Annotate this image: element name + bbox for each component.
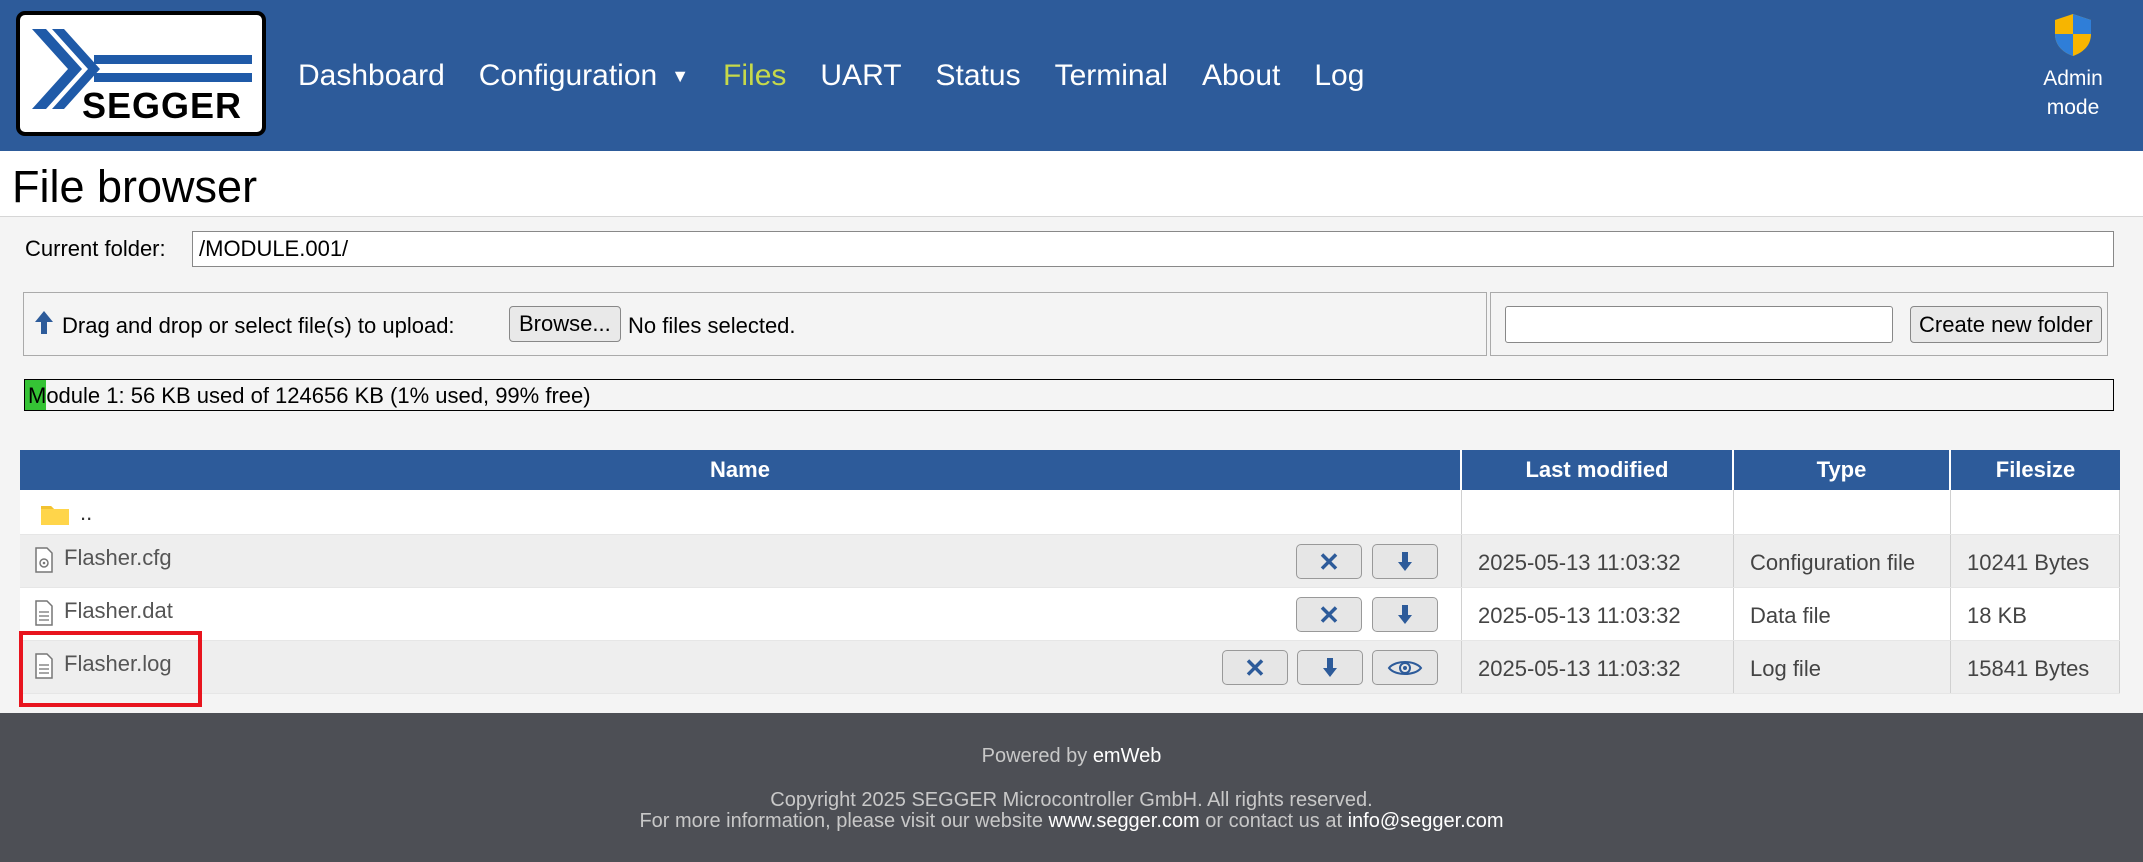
name-cell: Flasher.dat ✕: [20, 588, 1462, 640]
type-cell: Data file: [1734, 588, 1951, 640]
download-button[interactable]: [1372, 544, 1438, 579]
delete-button[interactable]: ✕: [1296, 544, 1362, 579]
current-folder-label: Current folder:: [25, 236, 166, 261]
modified-cell: 2025-05-13 11:03:32: [1462, 535, 1734, 587]
no-files-text: No files selected.: [628, 313, 796, 338]
modified-cell: 2025-05-13 11:03:32: [1462, 588, 1734, 640]
size-cell: 18 KB: [1951, 588, 2120, 640]
table-row[interactable]: Flasher.dat ✕ 2025-05-13 11:03:32 Data f…: [20, 588, 2120, 641]
close-x-icon: ✕: [1318, 546, 1340, 577]
storage-usage-text: Module 1: 56 KB used of 124656 KB (1% us…: [28, 383, 591, 408]
nav-log[interactable]: Log: [1314, 56, 1364, 96]
nav-files[interactable]: Files: [723, 56, 786, 96]
header-filesize[interactable]: Filesize: [1951, 450, 2120, 490]
powered-by-prefix: Powered by: [981, 745, 1088, 767]
nav-configuration[interactable]: Configuration ▼: [479, 56, 689, 96]
admin-mode[interactable]: Admin mode: [2035, 12, 2111, 122]
delete-button[interactable]: ✕: [1296, 597, 1362, 632]
new-folder-area: Create new folder: [1490, 292, 2108, 356]
data-file-icon: [35, 600, 53, 626]
table-header: Name Last modified Type Filesize: [20, 450, 2120, 490]
logo-text: SEGGER: [82, 85, 243, 126]
type-cell: Configuration file: [1734, 535, 1951, 587]
eye-icon: [1387, 660, 1423, 675]
upload-instruction: Drag and drop or select file(s) to uploa…: [62, 313, 455, 338]
name-cell: ..: [20, 490, 1462, 534]
name-cell: Flasher.cfg ✕: [20, 535, 1462, 587]
nav-uart[interactable]: UART: [820, 56, 901, 96]
nav-status[interactable]: Status: [936, 56, 1021, 96]
size-value: 18 KB: [1967, 603, 2027, 628]
view-button[interactable]: [1372, 650, 1438, 685]
nav-dashboard[interactable]: Dashboard: [298, 56, 445, 96]
page-footer: Powered by emWeb Copyright 2025 SEGGER M…: [0, 713, 2143, 862]
name-cell: Flasher.log ✕: [20, 641, 1462, 693]
header-name[interactable]: Name: [20, 450, 1462, 490]
upload-area[interactable]: Drag and drop or select file(s) to uploa…: [23, 292, 1487, 356]
header-type[interactable]: Type: [1734, 450, 1951, 490]
modified-value: 2025-05-13 11:03:32: [1478, 656, 1681, 681]
highlight-box: [19, 631, 202, 707]
file-name[interactable]: Flasher.cfg: [64, 545, 172, 571]
nav-configuration-label: Configuration: [478, 59, 658, 92]
new-folder-name-input[interactable]: [1505, 306, 1893, 343]
nav-terminal[interactable]: Terminal: [1055, 56, 1168, 96]
file-table: Name Last modified Type Filesize .. Flas…: [20, 450, 2120, 694]
close-x-icon: ✕: [1244, 652, 1266, 683]
more-info: For more information, please visit our w…: [0, 810, 2143, 833]
shield-icon: [2055, 14, 2091, 56]
file-name[interactable]: Flasher.dat: [64, 598, 173, 624]
modified-value: 2025-05-13 11:03:32: [1478, 603, 1681, 628]
config-file-icon: [35, 547, 53, 573]
parent-dir-link[interactable]: ..: [80, 500, 92, 526]
download-arrow-icon: [1398, 604, 1412, 624]
delete-button[interactable]: ✕: [1222, 650, 1288, 685]
table-row[interactable]: Flasher.cfg ✕ 2025-05-13 11:03:32 Config…: [20, 535, 2120, 588]
current-folder-field[interactable]: /MODULE.001/: [192, 231, 2114, 267]
table-row-parent[interactable]: ..: [20, 490, 2120, 535]
page-title: File browser: [12, 161, 258, 212]
download-arrow-icon: [1398, 551, 1412, 571]
more-info-middle: or contact us at: [1205, 810, 1343, 832]
type-value: Data file: [1750, 603, 1831, 628]
email-link[interactable]: info@segger.com: [1348, 810, 1504, 832]
more-info-prefix: For more information, please visit our w…: [639, 810, 1043, 832]
main-nav: Dashboard Configuration ▼ Files UART Sta…: [298, 56, 1398, 96]
size-cell: 15841 Bytes: [1951, 641, 2120, 693]
size-value: 10241 Bytes: [1967, 550, 2090, 575]
size-cell: 10241 Bytes: [1951, 535, 2120, 587]
powered-by: Powered by emWeb: [0, 745, 2143, 768]
download-button[interactable]: [1372, 597, 1438, 632]
storage-usage-bar: Module 1: 56 KB used of 124656 KB (1% us…: [24, 379, 2114, 411]
modified-value: 2025-05-13 11:03:32: [1478, 550, 1681, 575]
type-cell: [1734, 490, 1951, 534]
close-x-icon: ✕: [1318, 599, 1340, 630]
caret-down-icon: ▼: [671, 65, 690, 86]
segger-logo[interactable]: SEGGER: [16, 11, 266, 136]
modified-cell: 2025-05-13 11:03:32: [1462, 641, 1734, 693]
header-last-modified[interactable]: Last modified: [1462, 450, 1734, 490]
nav-about[interactable]: About: [1202, 56, 1280, 96]
folder-icon: [41, 506, 69, 525]
download-button[interactable]: [1297, 650, 1363, 685]
type-value: Configuration file: [1750, 550, 1916, 575]
download-arrow-icon: [1323, 657, 1337, 677]
title-bar: File browser: [0, 151, 2143, 217]
upload-arrow-icon: [35, 311, 53, 334]
browse-button[interactable]: Browse...: [509, 306, 621, 342]
admin-mode-line2: mode: [2046, 96, 2100, 119]
website-link[interactable]: www.segger.com: [1049, 810, 1200, 832]
powered-by-link[interactable]: emWeb: [1093, 745, 1162, 767]
create-new-folder-button[interactable]: Create new folder: [1910, 306, 2102, 343]
size-cell: [1951, 490, 2120, 534]
copyright-text: Copyright 2025 SEGGER Microcontroller Gm…: [770, 789, 1373, 811]
type-value: Log file: [1750, 656, 1821, 681]
modified-cell: [1462, 490, 1734, 534]
admin-mode-line1: Admin: [2043, 67, 2103, 90]
size-value: 15841 Bytes: [1967, 656, 2090, 681]
type-cell: Log file: [1734, 641, 1951, 693]
table-row[interactable]: Flasher.log ✕ 2025-05-13 11:03:32 Log fi…: [20, 641, 2120, 694]
top-header: SEGGER Dashboard Configuration ▼ Files U…: [0, 0, 2143, 151]
